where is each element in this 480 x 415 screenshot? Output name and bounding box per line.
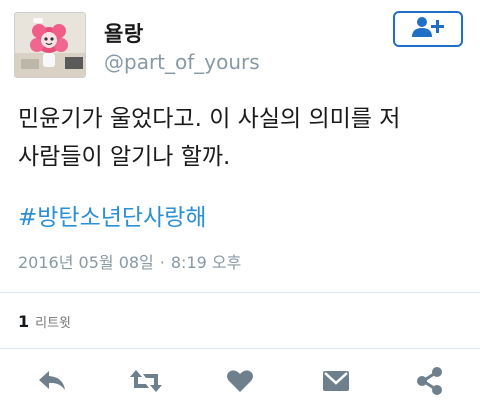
retweet-count: 1 [18, 312, 30, 331]
tweet-date: 2016년 05월 08일 [18, 253, 154, 272]
like-heart-icon [226, 368, 254, 398]
message-envelope-icon [321, 368, 351, 398]
tweet-text: 민윤기가 울었다고. 이 사실의 의미를 저 사람들이 알기나 할까. [18, 100, 468, 176]
share-icon [415, 367, 445, 399]
share-button[interactable] [412, 366, 448, 400]
timestamp-separator: · [159, 253, 165, 272]
tweet-text-line-1: 민윤기가 울었다고. 이 사실의 의미를 저 [18, 106, 401, 132]
divider-bottom [0, 348, 480, 349]
tweet-card: 욜랑 @part_of_yours 민윤기가 울었다고. 이 사실의 의미를 저… [0, 0, 480, 415]
reply-icon [37, 368, 67, 398]
user-handle[interactable]: @part_of_yours [104, 50, 260, 74]
message-button[interactable] [318, 366, 354, 400]
retweet-button[interactable] [128, 366, 164, 400]
tweet-time: 8:19 오후 [170, 253, 242, 272]
tweet-actions [0, 366, 480, 400]
reply-button[interactable] [34, 366, 70, 400]
tweet-text-line-2: 사람들이 알기나 할까. [18, 144, 231, 170]
divider-top [0, 292, 480, 293]
follow-button[interactable] [393, 11, 463, 47]
hashtag-link[interactable]: #방탄소년단사랑해 [18, 198, 207, 232]
tweet-timestamp[interactable]: 2016년 05월 08일 · 8:19 오후 [18, 249, 241, 273]
tweet-header: 욜랑 @part_of_yours [0, 0, 480, 90]
like-button[interactable] [222, 366, 258, 400]
retweet-icon [129, 368, 163, 398]
avatar-image [15, 13, 85, 77]
avatar[interactable] [14, 12, 86, 78]
display-name[interactable]: 욜랑 [104, 18, 144, 48]
retweet-stats[interactable]: 1 리트윗 [18, 312, 71, 331]
retweet-label: 리트윗 [35, 316, 72, 331]
follow-person-plus-icon [408, 15, 448, 43]
